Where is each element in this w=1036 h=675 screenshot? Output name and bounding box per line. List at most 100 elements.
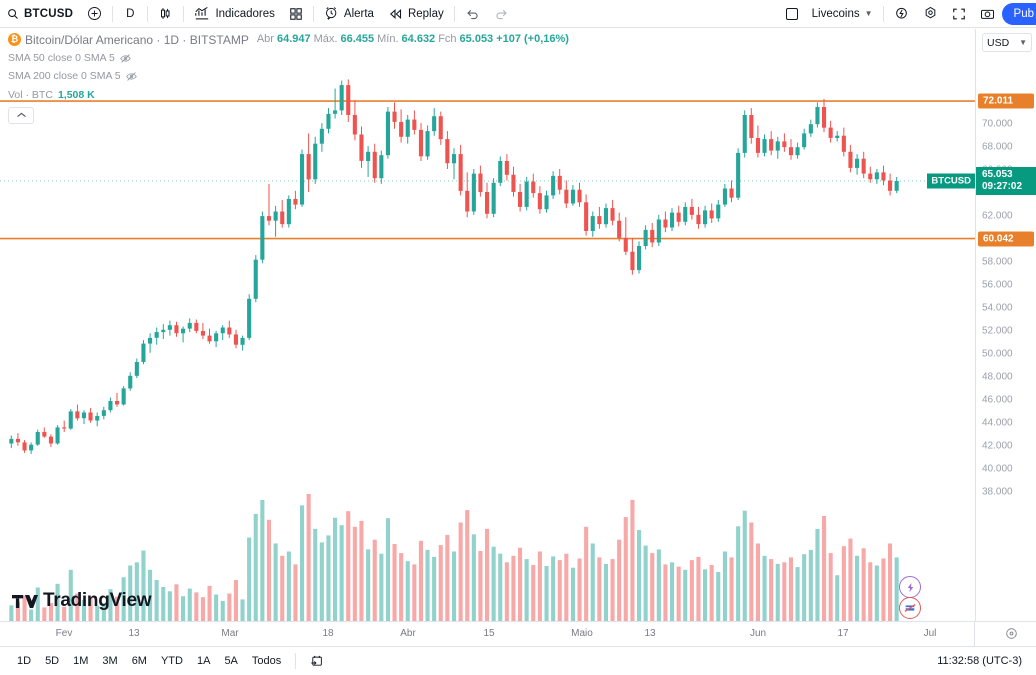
volume-bar <box>458 522 463 621</box>
indicators-label: Indicadores <box>215 7 275 20</box>
candle-body <box>676 212 681 222</box>
candle-body <box>306 154 311 180</box>
candle-body <box>888 180 893 191</box>
gear-settings-icon <box>923 6 938 21</box>
time-axis-divider <box>974 622 975 646</box>
candle-body <box>68 411 73 429</box>
interval-button[interactable]: D <box>116 3 144 25</box>
volume-bar <box>603 563 608 621</box>
indicator-legend-sma200[interactable]: SMA 200 close 0 SMA 5 <box>8 71 569 82</box>
chart-settings-button[interactable] <box>916 3 945 25</box>
quick-actions-button[interactable] <box>887 3 916 25</box>
alert-button[interactable]: Alerta <box>317 3 381 25</box>
flag-marker-button[interactable] <box>899 597 921 619</box>
candle-body <box>134 362 139 376</box>
currency-selector[interactable]: USD ▼ <box>982 33 1032 52</box>
candle-body <box>511 174 516 192</box>
symbol-info-row[interactable]: ₿ Bitcoin/Dólar Americano · 1D · BITSTAM… <box>8 33 569 46</box>
time-axis-settings-button[interactable] <box>1005 627 1018 640</box>
range-button-3m[interactable]: 3M <box>95 652 124 670</box>
level-price-tag: 60.042 <box>978 231 1034 247</box>
volume-bar <box>637 530 642 621</box>
candle-body <box>200 331 205 336</box>
time-tick-label: Jul <box>923 628 937 639</box>
price-tick-label: 58.000 <box>982 256 1013 268</box>
range-button-1d[interactable]: 1D <box>10 652 38 670</box>
add-symbol-button[interactable] <box>80 3 109 25</box>
range-button-1m[interactable]: 1M <box>66 652 95 670</box>
volume-bar <box>167 591 172 621</box>
volume-legend[interactable]: Vol · BTC 1,508 K <box>8 90 569 101</box>
candle-body <box>62 427 67 429</box>
indicator-legend-sma50[interactable]: SMA 50 close 0 SMA 5 <box>8 53 569 64</box>
candle-body <box>643 229 648 246</box>
volume-bar <box>590 543 595 621</box>
range-button-5d[interactable]: 5D <box>38 652 66 670</box>
candle-body <box>253 259 258 299</box>
eye-hidden-icon[interactable] <box>125 71 137 82</box>
volume-bar <box>762 555 767 621</box>
time-tick-label: Jun <box>749 628 767 639</box>
time-tick-label: 18 <box>322 628 334 639</box>
candle-body <box>29 444 34 451</box>
range-button-todos[interactable]: Todos <box>245 652 288 670</box>
lightning-bolt-button[interactable] <box>899 576 921 598</box>
publish-button[interactable]: Pub <box>1001 2 1036 25</box>
time-axis[interactable]: Fev 13 Mar 18 Abr 15 Maio 13 Jun 17 Jul <box>0 621 1036 646</box>
candle-body <box>101 410 106 416</box>
volume-bar <box>670 562 675 621</box>
volume-bar <box>775 563 780 621</box>
replay-button[interactable]: Replay <box>381 3 451 25</box>
candle-body <box>855 158 860 168</box>
candle-body <box>590 216 595 231</box>
volume-bar <box>392 544 397 621</box>
candle-body <box>240 337 245 345</box>
collapse-legend-button[interactable] <box>8 106 34 124</box>
candle-body <box>471 173 476 212</box>
price-tick-label: 54.000 <box>982 302 1013 314</box>
candle-body <box>75 411 80 419</box>
volume-bar <box>808 549 813 621</box>
candle-body <box>861 158 866 174</box>
range-button-ytd[interactable]: YTD <box>154 652 190 670</box>
candle-body <box>742 115 747 153</box>
chart-type-button[interactable] <box>151 3 180 25</box>
layout-name-button[interactable]: Livecoins ▼ <box>805 3 880 25</box>
volume-bar <box>286 551 291 621</box>
candle-body <box>564 189 569 204</box>
snapshot-button[interactable] <box>973 3 1002 25</box>
volume-bar <box>326 535 331 621</box>
indicators-button[interactable]: Indicadores <box>187 3 281 25</box>
layout-grid-button[interactable] <box>282 3 310 25</box>
range-button-1a[interactable]: 1A <box>190 652 217 670</box>
eye-hidden-icon[interactable] <box>120 53 131 64</box>
candle-body <box>788 147 793 156</box>
volume-bar <box>385 518 390 621</box>
goto-date-button[interactable] <box>303 651 331 671</box>
candle-body <box>81 412 86 419</box>
watchlist-toggle-button[interactable] <box>779 3 805 25</box>
range-button-5a[interactable]: 5A <box>217 652 244 670</box>
candle-body <box>491 182 496 214</box>
candle-body <box>623 237 628 252</box>
fullscreen-button[interactable] <box>945 3 973 25</box>
toolbar-divider <box>183 5 185 22</box>
candle-body <box>141 343 146 362</box>
volume-bar <box>511 555 516 621</box>
candle-body <box>736 152 741 198</box>
indicators-icon <box>194 6 210 22</box>
symbol-search-button[interactable]: BTCUSD <box>0 3 80 25</box>
candle-body <box>300 154 305 205</box>
candle-body <box>9 438 14 444</box>
range-button-6m[interactable]: 6M <box>125 652 154 670</box>
volume-bar <box>564 553 569 621</box>
volume-bar <box>716 572 721 621</box>
undo-button[interactable] <box>458 3 487 25</box>
volume-bar <box>894 557 899 621</box>
price-axis[interactable]: USD ▼ 72.01170.00068.00066.00062.00060.0… <box>975 29 1036 621</box>
time-tick-label: Mar <box>221 628 239 639</box>
time-tick-label: Abr <box>400 628 416 639</box>
volume-bar <box>154 580 159 621</box>
volume-bar <box>220 601 225 621</box>
redo-button[interactable] <box>487 3 516 25</box>
